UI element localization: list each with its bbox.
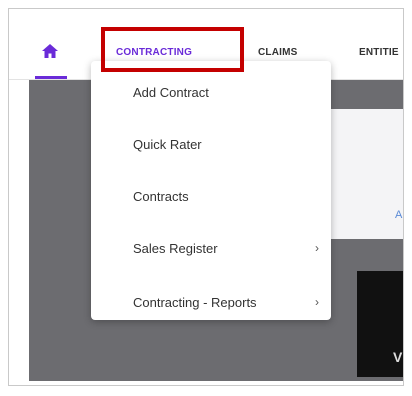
menu-item-quick-rater[interactable]: Quick Rater bbox=[91, 129, 331, 159]
video-thumbnail: V bbox=[357, 271, 403, 377]
menu-item-label: Sales Register bbox=[133, 241, 218, 256]
nav-claims[interactable]: CLAIMS bbox=[258, 47, 298, 58]
menu-item-sales-register[interactable]: Sales Register › bbox=[91, 233, 331, 263]
contracting-dropdown-menu: Add Contract Quick Rater Contracts Sales… bbox=[91, 61, 331, 320]
menu-item-label: Contracting - Reports bbox=[133, 295, 257, 310]
thumbnail-text: V bbox=[393, 349, 403, 365]
panel-text: A bbox=[395, 209, 403, 221]
home-icon bbox=[42, 44, 58, 58]
chevron-right-icon: › bbox=[315, 295, 319, 309]
app-frame: A V CONTRACTING CLAIMS ENTITIE Add Contr… bbox=[8, 8, 404, 386]
menu-item-contracts[interactable]: Contracts bbox=[91, 181, 331, 211]
active-underline bbox=[35, 76, 67, 79]
menu-item-contracting-reports[interactable]: Contracting - Reports › bbox=[91, 287, 331, 317]
chevron-right-icon: › bbox=[315, 241, 319, 255]
menu-item-label: Contracts bbox=[133, 189, 189, 204]
highlight-box bbox=[101, 27, 244, 72]
menu-item-label: Quick Rater bbox=[133, 137, 202, 152]
menu-item-label: Add Contract bbox=[133, 85, 209, 100]
nav-home[interactable] bbox=[31, 39, 71, 79]
menu-item-add-contract[interactable]: Add Contract bbox=[91, 77, 331, 107]
nav-entities[interactable]: ENTITIE bbox=[359, 47, 399, 58]
